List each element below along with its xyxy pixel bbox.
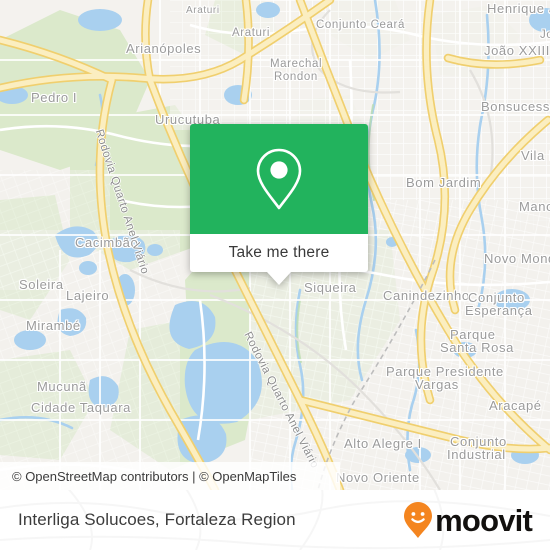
take-me-there-button[interactable]: Take me there [190,234,368,285]
place-popup-card[interactable]: Take me there [190,124,368,285]
map-attribution-bar: © OpenStreetMap contributors | © OpenMap… [0,462,340,490]
moovit-smiley-pin-icon [404,502,433,538]
footer-bar: Interliga Solucoes, Fortaleza Region moo… [0,490,550,550]
popup-header [190,124,368,234]
moovit-wordmark: moovit [435,502,533,538]
moovit-brand-logo[interactable]: moovit [403,501,533,539]
map-canvas[interactable]: Araturi Araturi Conjunto Ceará Arianópol… [0,0,550,490]
location-pin-icon [256,148,302,210]
map-screen: Araturi Araturi Conjunto Ceará Arianópol… [0,0,550,550]
take-me-there-label: Take me there [228,244,330,261]
popup-pointer [267,272,291,285]
map-attribution-text[interactable]: © OpenStreetMap contributors | © OpenMap… [12,469,296,484]
page-title: Interliga Solucoes, Fortaleza Region [18,510,296,529]
